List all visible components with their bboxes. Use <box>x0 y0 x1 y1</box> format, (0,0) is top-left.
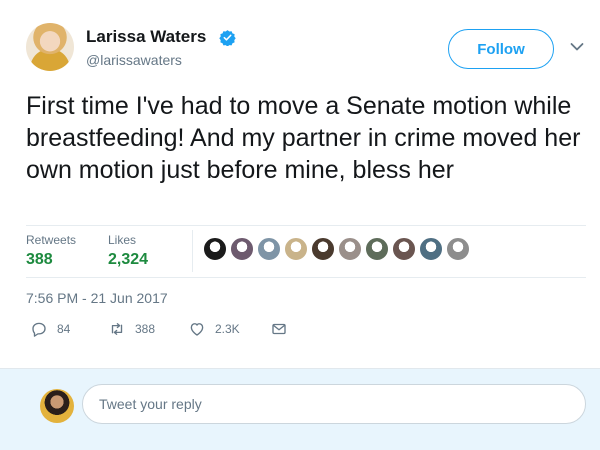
like-button[interactable]: 2.3K <box>188 318 240 340</box>
follow-button[interactable]: Follow <box>448 29 554 69</box>
liker-avatar[interactable] <box>338 237 362 261</box>
divider <box>26 277 586 278</box>
direct-message-icon <box>272 323 286 335</box>
retweets-label: Retweets <box>26 233 77 247</box>
retweet-icon <box>111 323 123 335</box>
tweet-text: First time I've had to move a Senate mot… <box>26 92 581 184</box>
liker-avatar[interactable] <box>446 237 470 261</box>
tweet-timestamp[interactable]: 7:56 PM - 21 Jun 2017 <box>26 290 168 306</box>
divider <box>26 225 586 226</box>
verified-icon <box>219 30 236 46</box>
liker-avatar[interactable] <box>311 237 335 261</box>
user-avatar[interactable] <box>26 23 74 71</box>
retweet-button[interactable]: 388 <box>108 318 155 340</box>
retweets-count: 388 <box>26 251 53 268</box>
liker-avatar[interactable] <box>203 237 227 261</box>
reply-count: 84 <box>57 322 71 336</box>
stats-separator <box>192 230 193 272</box>
reply-icon <box>32 322 46 337</box>
reply-button[interactable]: 84 <box>30 318 70 340</box>
liker-avatar[interactable] <box>392 237 416 261</box>
liker-avatar[interactable] <box>284 237 308 261</box>
chevron-down-icon[interactable] <box>570 42 584 52</box>
liker-avatar[interactable] <box>257 237 281 261</box>
reply-bar <box>0 368 600 450</box>
likes-label: Likes <box>108 233 137 247</box>
liker-avatar[interactable] <box>365 237 389 261</box>
direct-message-button[interactable] <box>270 318 288 340</box>
reply-input[interactable] <box>82 384 586 424</box>
user-handle[interactable]: @larissawaters <box>86 52 182 68</box>
like-count: 2.3K <box>215 322 240 336</box>
display-name[interactable]: Larissa Waters <box>86 27 206 47</box>
retweets-stat[interactable]: Retweets 388 <box>26 233 76 269</box>
likes-count: 2,324 <box>108 251 149 268</box>
retweet-count: 388 <box>135 322 156 336</box>
reply-avatar <box>40 389 74 423</box>
liker-avatars <box>203 237 470 261</box>
likes-stat[interactable]: Likes 2,324 <box>108 233 148 269</box>
liker-avatar[interactable] <box>230 237 254 261</box>
like-icon <box>190 323 204 336</box>
liker-avatar[interactable] <box>419 237 443 261</box>
